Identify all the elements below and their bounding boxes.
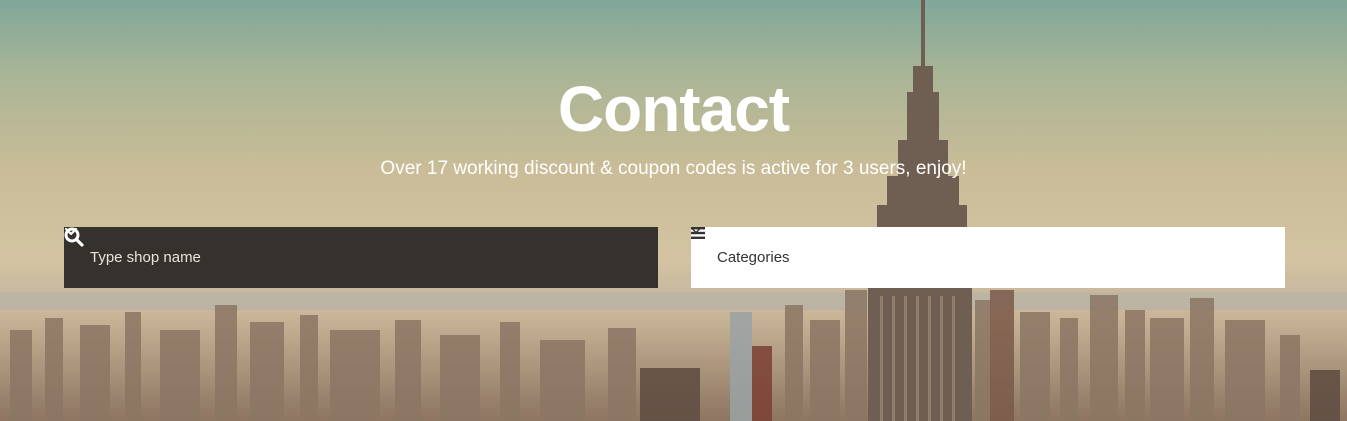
- categories-dropdown[interactable]: Categories: [691, 227, 1285, 288]
- chevron-down-icon[interactable]: [64, 227, 78, 237]
- hero-banner: Contact Over 17 working discount & coupo…: [0, 0, 1347, 421]
- page-subtitle: Over 17 working discount & coupon codes …: [380, 158, 967, 179]
- categories-label: Categories: [717, 249, 790, 266]
- shop-search-placeholder: Type shop name: [90, 249, 201, 266]
- city-skyline-background: [0, 0, 1347, 421]
- chevron-down-icon: [691, 228, 701, 234]
- shop-search-field[interactable]: Type shop name: [64, 227, 658, 288]
- page-title: Contact: [557, 73, 790, 145]
